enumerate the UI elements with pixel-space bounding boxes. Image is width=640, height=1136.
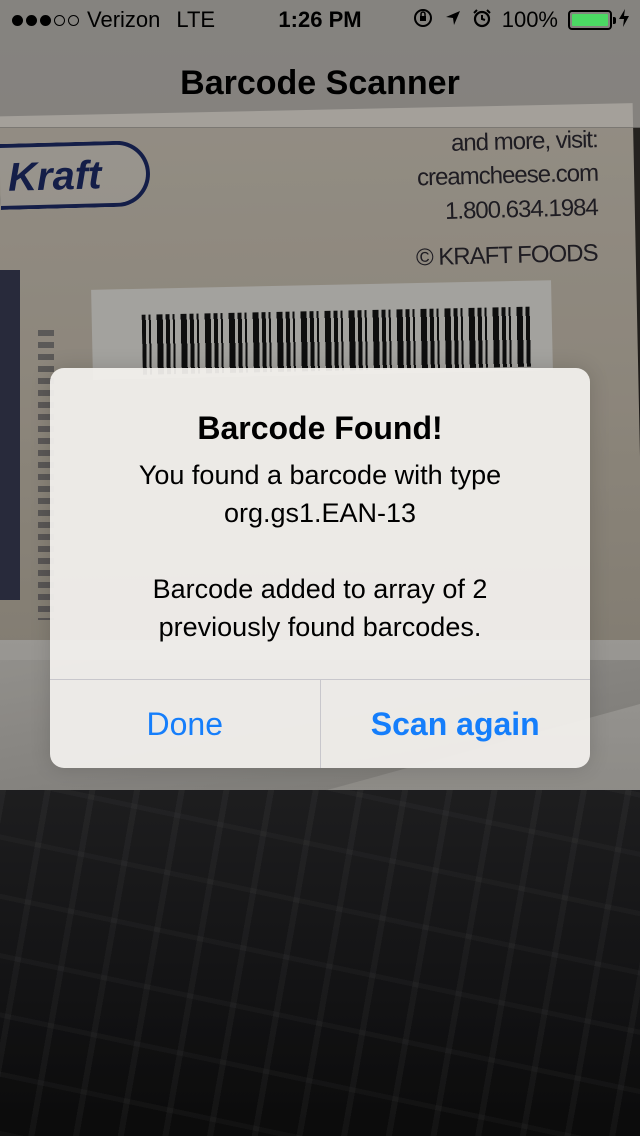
charging-bolt-icon: [618, 8, 630, 32]
battery-percent: 100%: [501, 7, 558, 32]
done-button[interactable]: Done: [50, 680, 320, 768]
alert-button-row: Done Scan again: [50, 679, 590, 768]
battery-icon: [568, 10, 616, 30]
network-type: LTE: [176, 7, 216, 32]
battery-level-fill: [572, 14, 608, 26]
alert-title: Barcode Found!: [197, 410, 443, 446]
signal-strength-icon: [12, 14, 79, 26]
signal-dot: [40, 14, 51, 26]
barcode-found-alert: Barcode Found! You found a barcode with …: [50, 368, 590, 768]
signal-dot: [12, 14, 23, 26]
signal-dot: [68, 14, 79, 26]
nav-title: Barcode Scanner: [180, 64, 460, 102]
scan-again-button[interactable]: Scan again: [321, 680, 591, 768]
location-arrow-icon: [444, 9, 462, 31]
signal-dot: [26, 14, 37, 26]
signal-dot: [54, 14, 65, 26]
orientation-lock-icon: [412, 7, 434, 33]
status-right: 100%: [412, 0, 630, 40]
carrier-name: Verizon: [87, 7, 161, 32]
status-left: Verizon LTE: [12, 7, 252, 33]
alert-body: Barcode Found! You found a barcode with …: [50, 368, 590, 679]
battery-cap: [613, 17, 616, 24]
alert-message: You found a barcode with type org.gs1.EA…: [138, 460, 502, 642]
status-bar: Verizon LTE 1:26 PM 100%: [0, 0, 640, 40]
alarm-icon: [472, 8, 492, 32]
